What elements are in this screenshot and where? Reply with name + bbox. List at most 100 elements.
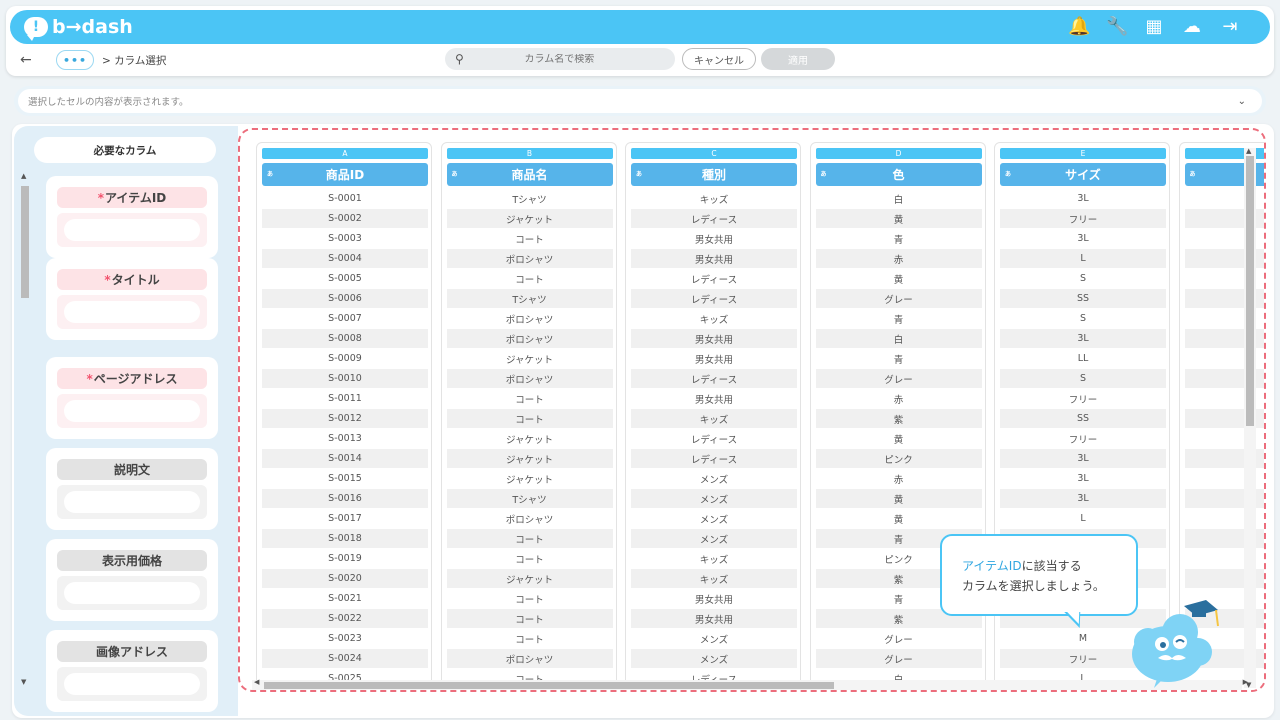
table-cell[interactable]: 黄	[816, 429, 982, 448]
table-cell[interactable]: ポロシャツ	[446, 249, 613, 268]
table-cell[interactable]: ジャケット	[447, 349, 613, 368]
table-cell[interactable]: S-0018	[262, 529, 428, 548]
column-header[interactable]: あ 種別	[631, 163, 797, 186]
table-cell[interactable]: メンズ	[631, 469, 797, 488]
table-cell[interactable]: S-0022	[262, 609, 428, 628]
table-cell[interactable]: 男女共用	[631, 389, 797, 408]
table-cell[interactable]: ポロシャツ	[446, 369, 613, 388]
column-slot[interactable]: * タイトル	[46, 258, 218, 340]
table-cell[interactable]: グレー	[815, 289, 982, 308]
wrench-icon[interactable]: 🔧	[1106, 17, 1128, 37]
column-header[interactable]: あ色	[815, 163, 982, 186]
scroll-thumb[interactable]	[21, 186, 29, 298]
table-cell[interactable]: ジャケット	[446, 449, 613, 468]
scroll-thumb[interactable]	[1246, 156, 1254, 426]
table-cell[interactable]: キッズ	[631, 549, 797, 568]
table-cell[interactable]: S-0021	[262, 589, 428, 608]
table-cell[interactable]: 赤	[816, 389, 982, 408]
table-cell[interactable]: キッズ	[631, 309, 797, 328]
table-cell[interactable]: S-0017	[262, 509, 428, 528]
table-cell[interactable]: 黄	[816, 509, 982, 528]
table-cell[interactable]: 青	[816, 349, 982, 368]
table-cell[interactable]: 男女共用	[631, 229, 797, 248]
table-cell[interactable]: フリー	[1000, 209, 1166, 228]
table-cell[interactable]: ポロシャツ	[446, 329, 613, 348]
slot-drop-pill[interactable]	[64, 582, 200, 604]
table-cell[interactable]: レディース	[631, 449, 797, 468]
table-cell[interactable]: SS	[1000, 409, 1166, 428]
chat-bubble-icon[interactable]: ☁	[1182, 17, 1202, 37]
table-cell[interactable]: 黄	[815, 489, 982, 508]
table-cell[interactable]: 黄	[816, 269, 982, 288]
table-cell[interactable]: S-0013	[262, 429, 428, 448]
table-cell[interactable]: コート	[446, 529, 613, 548]
slot-drop-pill[interactable]	[64, 400, 200, 422]
table-cell[interactable]: 男女共用	[631, 349, 797, 368]
table-cell[interactable]: S-0008	[262, 329, 428, 348]
table-cell[interactable]: グレー	[815, 369, 982, 388]
table-cell[interactable]: コート	[447, 629, 613, 648]
table-cell[interactable]: L	[1000, 249, 1166, 268]
table-cell[interactable]: S	[1000, 369, 1166, 388]
table-cell[interactable]: メンズ	[631, 629, 797, 648]
table-cell[interactable]: コート	[446, 409, 613, 428]
scroll-thumb[interactable]	[264, 682, 834, 689]
table-cell[interactable]: 青	[816, 229, 982, 248]
table-cell[interactable]: コート	[447, 549, 613, 568]
data-column[interactable]: C あ種別 キッズ レディース 男女共用 男女共用 レディース レディース キッズ 男女共用 男女共…	[625, 142, 801, 690]
search-input[interactable]	[463, 53, 655, 65]
slot-drop-zone[interactable]	[57, 295, 207, 329]
table-cell[interactable]: ジャケット	[446, 569, 613, 588]
column-header[interactable]: あ サイズ	[1000, 163, 1166, 186]
table-cell[interactable]: S-0001	[262, 189, 428, 208]
table-cell[interactable]: S-0002	[262, 209, 428, 228]
table-cell[interactable]: S-0006	[262, 289, 428, 308]
column-slot[interactable]: * ページアドレス	[46, 357, 218, 439]
table-cell[interactable]: LL	[1000, 349, 1166, 368]
table-cell[interactable]: レディース	[631, 209, 797, 228]
table-cell[interactable]: S-0023	[262, 629, 428, 648]
cell-content-field[interactable]: 選択したセルの内容が表示されます。 ⌄	[18, 89, 1262, 113]
table-cell[interactable]: 青	[816, 309, 982, 328]
table-cell[interactable]: S-0010	[262, 369, 428, 388]
table-cell[interactable]: 赤	[816, 469, 982, 488]
table-cell[interactable]: レディース	[631, 429, 797, 448]
grid-horizontal-scrollbar[interactable]: ◀ ▶	[252, 678, 1248, 690]
slot-drop-pill[interactable]	[64, 673, 200, 695]
table-cell[interactable]: 3L	[1000, 449, 1166, 468]
table-cell[interactable]: ポロシャツ	[447, 509, 613, 528]
column-header[interactable]: あ 商品ID	[262, 163, 428, 186]
table-cell[interactable]: S-0009	[262, 349, 428, 368]
table-cell[interactable]: コート	[447, 389, 613, 408]
table-cell[interactable]: コート	[446, 609, 613, 628]
chevron-down-icon[interactable]: ⌄	[1238, 96, 1246, 107]
slot-drop-pill[interactable]	[64, 491, 200, 513]
table-cell[interactable]: ピンク	[815, 449, 982, 468]
table-cell[interactable]: 赤	[815, 249, 982, 268]
table-cell[interactable]: L	[1000, 509, 1166, 528]
table-cell[interactable]: Tシャツ	[447, 189, 613, 208]
table-cell[interactable]: 紫	[815, 409, 982, 428]
slot-drop-zone[interactable]	[57, 213, 207, 247]
back-arrow-icon[interactable]: ←	[20, 52, 40, 68]
cancel-button[interactable]: キャンセル	[682, 48, 756, 70]
table-cell[interactable]: コート	[447, 269, 613, 288]
table-cell[interactable]: S-0003	[262, 229, 428, 248]
table-cell[interactable]: 男女共用	[631, 329, 797, 348]
table-cell[interactable]: メンズ	[631, 649, 797, 668]
slot-drop-pill[interactable]	[64, 301, 200, 323]
slot-drop-pill[interactable]	[64, 219, 200, 241]
data-column[interactable]: A あ商品ID S-0001 S-0002 S-0003 S-0004 S-0005 S-00…	[256, 142, 432, 690]
scroll-down-icon[interactable]: ▼	[21, 678, 26, 686]
table-cell[interactable]: ジャケット	[447, 469, 613, 488]
table-cell[interactable]: 3L	[1000, 229, 1166, 248]
table-cell[interactable]: 白	[815, 329, 982, 348]
table-cell[interactable]: コート	[447, 589, 613, 608]
table-cell[interactable]: S-0012	[262, 409, 428, 428]
table-cell[interactable]: S-0020	[262, 569, 428, 588]
more-button[interactable]: •••	[56, 50, 94, 70]
table-cell[interactable]: S-0004	[262, 249, 428, 268]
table-cell[interactable]: ジャケット	[447, 429, 613, 448]
table-cell[interactable]: S-0011	[262, 389, 428, 408]
left-scrollbar[interactable]: ▲ ▼	[18, 168, 32, 688]
